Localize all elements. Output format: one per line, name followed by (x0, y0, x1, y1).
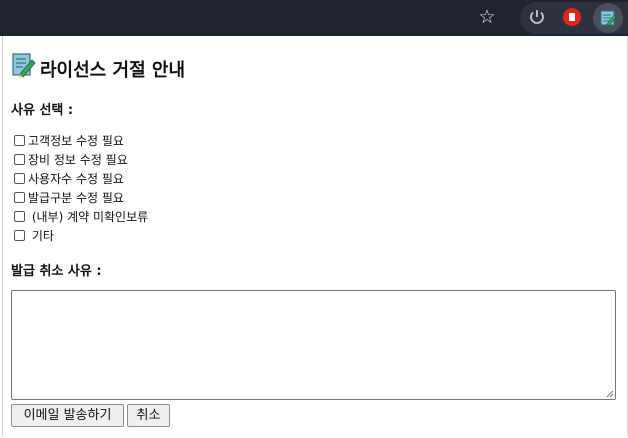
reason-checkbox[interactable] (14, 135, 25, 146)
reason-checkbox[interactable] (14, 192, 25, 203)
reason-item[interactable]: (내부) 계약 미확인보류 (14, 207, 148, 226)
reason-label: 장비 정보 수정 필요 (28, 153, 128, 167)
cancel-button[interactable]: 취소 (127, 404, 170, 427)
reason-label: (내부) 계약 미확인보류 (28, 210, 149, 224)
reason-checkbox[interactable] (14, 154, 25, 165)
send-email-button[interactable]: 이메일 발송하기 (11, 404, 124, 427)
reason-label: 사용자수 수정 필요 (28, 172, 124, 186)
license-extension-button[interactable] (593, 3, 623, 33)
power-icon[interactable] (528, 8, 546, 26)
reason-item[interactable]: 사용자수 수정 필요 (14, 169, 148, 188)
reason-item[interactable]: 장비 정보 수정 필요 (14, 150, 148, 169)
reason-checkbox[interactable] (14, 211, 25, 222)
reason-item[interactable]: 발급구분 수정 필요 (14, 188, 148, 207)
page-title: 라이선스 거절 안내 (40, 60, 186, 81)
reason-section-label: 사유 선택 : (11, 103, 74, 118)
reason-list: 고객정보 수정 필요 장비 정보 수정 필요 사용자수 수정 필요 발급구분 수… (14, 131, 148, 245)
reason-item[interactable]: 고객정보 수정 필요 (14, 131, 148, 150)
resize-grip-icon[interactable] (606, 390, 614, 398)
reason-label: 기타 (28, 229, 54, 243)
cancel-reason-textarea[interactable] (11, 290, 616, 400)
red-bookmark-icon[interactable] (563, 8, 581, 26)
license-doc-icon (12, 53, 36, 78)
reason-label: 고객정보 수정 필요 (28, 134, 124, 148)
reason-checkbox[interactable] (14, 230, 25, 241)
reason-item[interactable]: 기타 (14, 226, 148, 245)
reason-checkbox[interactable] (14, 173, 25, 184)
bookmark-star-icon[interactable]: ☆ (476, 6, 498, 28)
license-extension-icon (600, 10, 617, 27)
cancel-reason-label: 발급 취소 사유 : (11, 264, 102, 279)
reason-label: 발급구분 수정 필요 (28, 191, 124, 205)
